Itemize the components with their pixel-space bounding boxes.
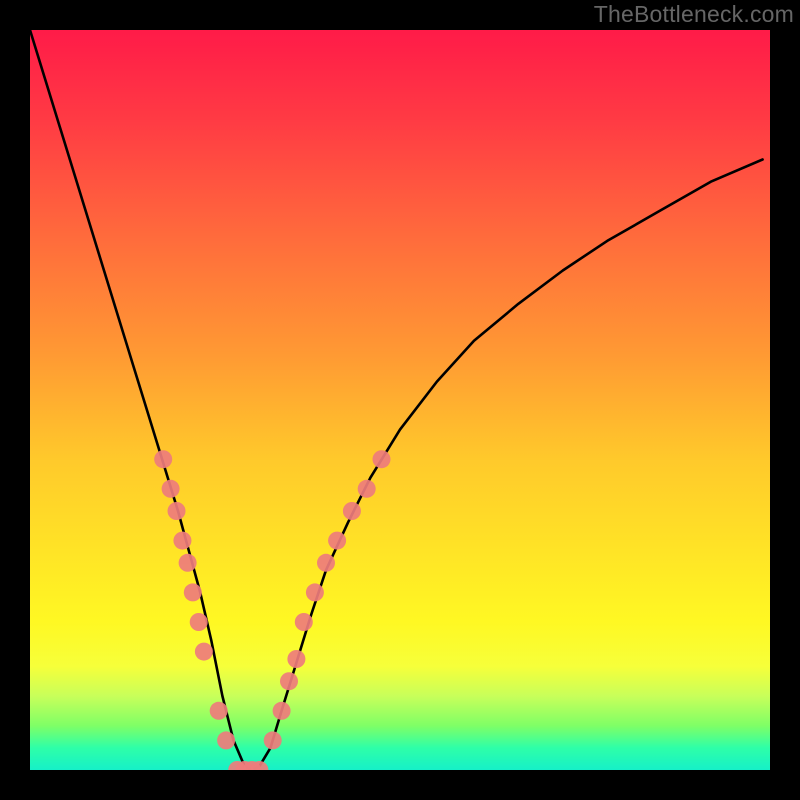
data-marker — [154, 450, 172, 468]
data-marker — [358, 480, 376, 498]
data-marker — [217, 731, 235, 749]
chart-svg — [30, 30, 770, 770]
chart-frame: TheBottleneck.com — [0, 0, 800, 800]
data-marker — [373, 450, 391, 468]
data-marker — [273, 702, 291, 720]
data-marker — [280, 672, 298, 690]
data-marker — [264, 731, 282, 749]
data-marker — [190, 613, 208, 631]
data-marker — [306, 583, 324, 601]
data-marker — [195, 643, 213, 661]
data-marker — [168, 502, 186, 520]
watermark-text: TheBottleneck.com — [594, 1, 794, 28]
data-marker — [184, 583, 202, 601]
bottleneck-curve — [30, 30, 763, 770]
data-marker — [343, 502, 361, 520]
plot-area — [30, 30, 770, 770]
data-marker — [173, 532, 191, 550]
data-marker — [328, 532, 346, 550]
data-marker — [210, 702, 228, 720]
data-marker — [295, 613, 313, 631]
data-marker — [179, 554, 197, 572]
data-marker — [287, 650, 305, 668]
data-marker — [317, 554, 335, 572]
data-marker — [162, 480, 180, 498]
data-markers — [154, 450, 390, 770]
